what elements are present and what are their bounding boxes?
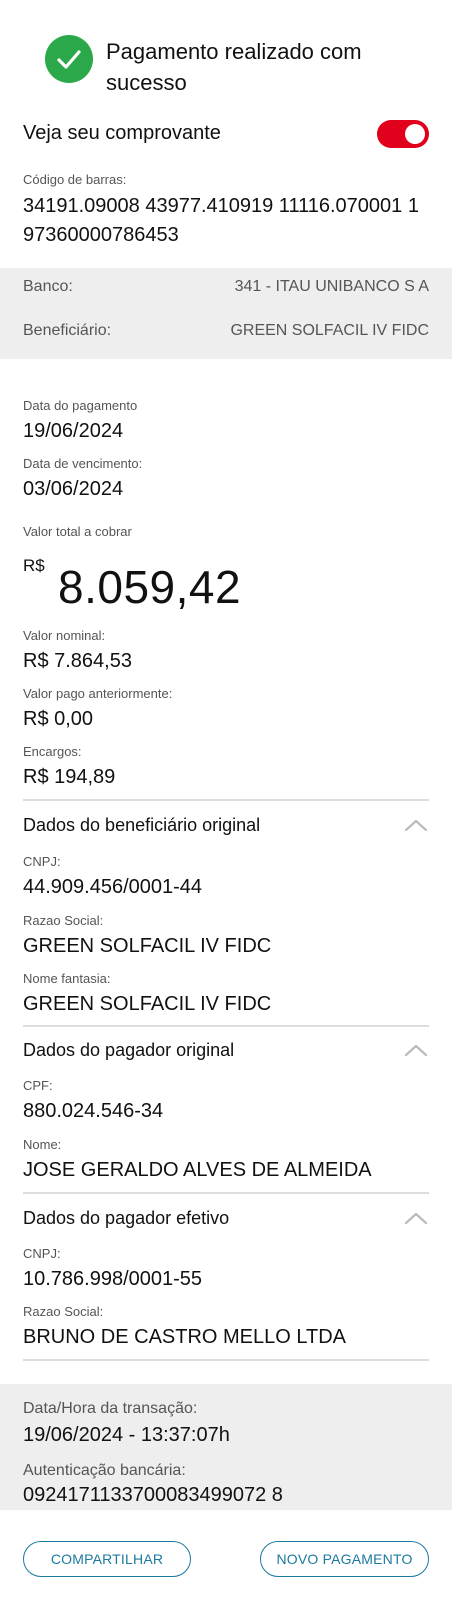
beneficiary-trade-name-value: GREEN SOLFACIL IV FIDC — [23, 993, 272, 1015]
beneficiary-row: Beneficiário: GREEN SOLFACIL IV FIDC — [23, 322, 429, 344]
payer-name-field: Nome: JOSE GERALDO ALVES DE ALMEIDA — [23, 1137, 429, 1183]
beneficiary-cnpj-field: CNPJ: 44.909.456/0001-44 — [23, 854, 429, 900]
chevron-up-icon[interactable] — [403, 1042, 429, 1058]
total-label: Valor total a cobrar — [23, 524, 132, 539]
paid-before-value: R$ 0,00 — [23, 708, 94, 730]
share-button[interactable]: COMPARTILHAR — [23, 1541, 191, 1577]
nominal-value: R$ 7.864,53 — [23, 650, 132, 672]
original-payer-title: Dados do pagador original — [23, 1040, 235, 1060]
barcode-value: 34191.09008 43977.410919 11116.070001 1 … — [23, 195, 419, 246]
payer-cpf-field: CPF: 880.024.546-34 — [23, 1078, 429, 1124]
beneficiary-trade-name-field: Nome fantasia: GREEN SOLFACIL IV FIDC — [23, 971, 429, 1017]
nominal-value-label: Valor nominal: — [23, 628, 106, 643]
barcode-label: Código de barras: — [23, 172, 127, 187]
bank-value: 341 - ITAU UNIBANCO S A — [234, 278, 429, 295]
receipt-toggle-row: Veja seu comprovante — [0, 114, 452, 154]
payment-date-field: Data do pagamento 19/06/2024 — [23, 398, 429, 444]
due-date-field: Data de vencimento: 03/06/2024 — [23, 456, 429, 502]
due-date-label: Data de vencimento: — [23, 456, 143, 471]
payment-date-label: Data do pagamento — [23, 398, 138, 413]
transaction-datetime-value: 19/06/2024 - 13:37:07h — [23, 1424, 230, 1446]
original-payer-header[interactable]: Dados do pagador original — [23, 1038, 429, 1068]
beneficiary-label: Beneficiário: — [23, 322, 112, 339]
effective-payer-cnpj-label: CNPJ: — [23, 1246, 61, 1261]
divider — [23, 1359, 429, 1361]
beneficiary-cnpj-value: 44.909.456/0001-44 — [23, 876, 203, 898]
check-circle-icon — [45, 35, 93, 83]
beneficiary-corporate-name-field: Razao Social: GREEN SOLFACIL IV FIDC — [23, 913, 429, 959]
beneficiary-cnpj-label: CNPJ: — [23, 854, 61, 869]
bank-row: Banco: 341 - ITAU UNIBANCO S A — [23, 278, 429, 300]
beneficiary-trade-name-label: Nome fantasia: — [23, 971, 111, 986]
paid-before-field: Valor pago anteriormente: R$ 0,00 — [23, 686, 429, 732]
effective-payer-corporate-name-label: Razao Social: — [23, 1304, 104, 1319]
chevron-up-icon[interactable] — [403, 817, 429, 833]
payer-cpf-label: CPF: — [23, 1078, 53, 1093]
barcode-field: Código de barras: 34191.09008 43977.4109… — [23, 172, 433, 250]
bank-auth-value: 0924171133700083499072 8 — [23, 1484, 283, 1506]
effective-payer-corporate-name-value: BRUNO DE CASTRO MELLO LTDA — [23, 1326, 347, 1348]
paid-before-label: Valor pago anteriormente: — [23, 686, 173, 701]
payer-name-label: Nome: — [23, 1137, 62, 1152]
effective-payer-cnpj-value: 10.786.998/0001-55 — [23, 1268, 203, 1290]
charges-field: Encargos: R$ 194,89 — [23, 744, 429, 790]
chevron-up-icon[interactable] — [403, 1210, 429, 1226]
beneficiary-value: GREEN SOLFACIL IV FIDC — [230, 322, 429, 339]
payment-date-value: 19/06/2024 — [23, 420, 124, 442]
toggle-knob — [405, 124, 425, 144]
divider — [23, 799, 429, 801]
nominal-value-field: Valor nominal: R$ 7.864,53 — [23, 628, 429, 674]
effective-payer-header[interactable]: Dados do pagador efetivo — [23, 1206, 429, 1236]
charges-value: R$ 194,89 — [23, 766, 116, 788]
effective-payer-cnpj-field: CNPJ: 10.786.998/0001-55 — [23, 1246, 429, 1292]
effective-payer-title: Dados do pagador efetivo — [23, 1208, 230, 1228]
original-beneficiary-header[interactable]: Dados do beneficiário original — [23, 813, 429, 843]
divider — [23, 1192, 429, 1194]
payer-name-value: JOSE GERALDO ALVES DE ALMEIDA — [23, 1159, 372, 1181]
charges-label: Encargos: — [23, 744, 82, 759]
transaction-datetime-label: Data/Hora da transação: — [23, 1400, 198, 1417]
effective-payer-corporate-name-field: Razao Social: BRUNO DE CASTRO MELLO LTDA — [23, 1304, 429, 1350]
divider — [23, 1025, 429, 1027]
page-title: Pagamento realizado com sucesso — [106, 39, 362, 95]
new-payment-button[interactable]: NOVO PAGAMENTO — [260, 1541, 429, 1577]
bank-label: Banco: — [23, 278, 73, 295]
due-date-value: 03/06/2024 — [23, 478, 124, 500]
total-value: 8.059,42 — [58, 561, 242, 613]
bank-auth-label: Autenticação bancária: — [23, 1462, 186, 1479]
beneficiary-corporate-name-label: Razao Social: — [23, 913, 104, 928]
transaction-panel: Data/Hora da transação: 19/06/2024 - 13:… — [0, 1384, 452, 1510]
receipt-toggle[interactable] — [377, 120, 429, 148]
total-currency: R$ — [23, 556, 45, 575]
beneficiary-corporate-name-value: GREEN SOLFACIL IV FIDC — [23, 935, 272, 957]
success-header: Pagamento realizado com sucesso — [0, 0, 452, 100]
original-beneficiary-title: Dados do beneficiário original — [23, 815, 261, 835]
bank-info-panel: Banco: 341 - ITAU UNIBANCO S A Beneficiá… — [0, 268, 452, 359]
receipt-label: Veja seu comprovante — [23, 122, 221, 144]
payer-cpf-value: 880.024.546-34 — [23, 1100, 164, 1122]
